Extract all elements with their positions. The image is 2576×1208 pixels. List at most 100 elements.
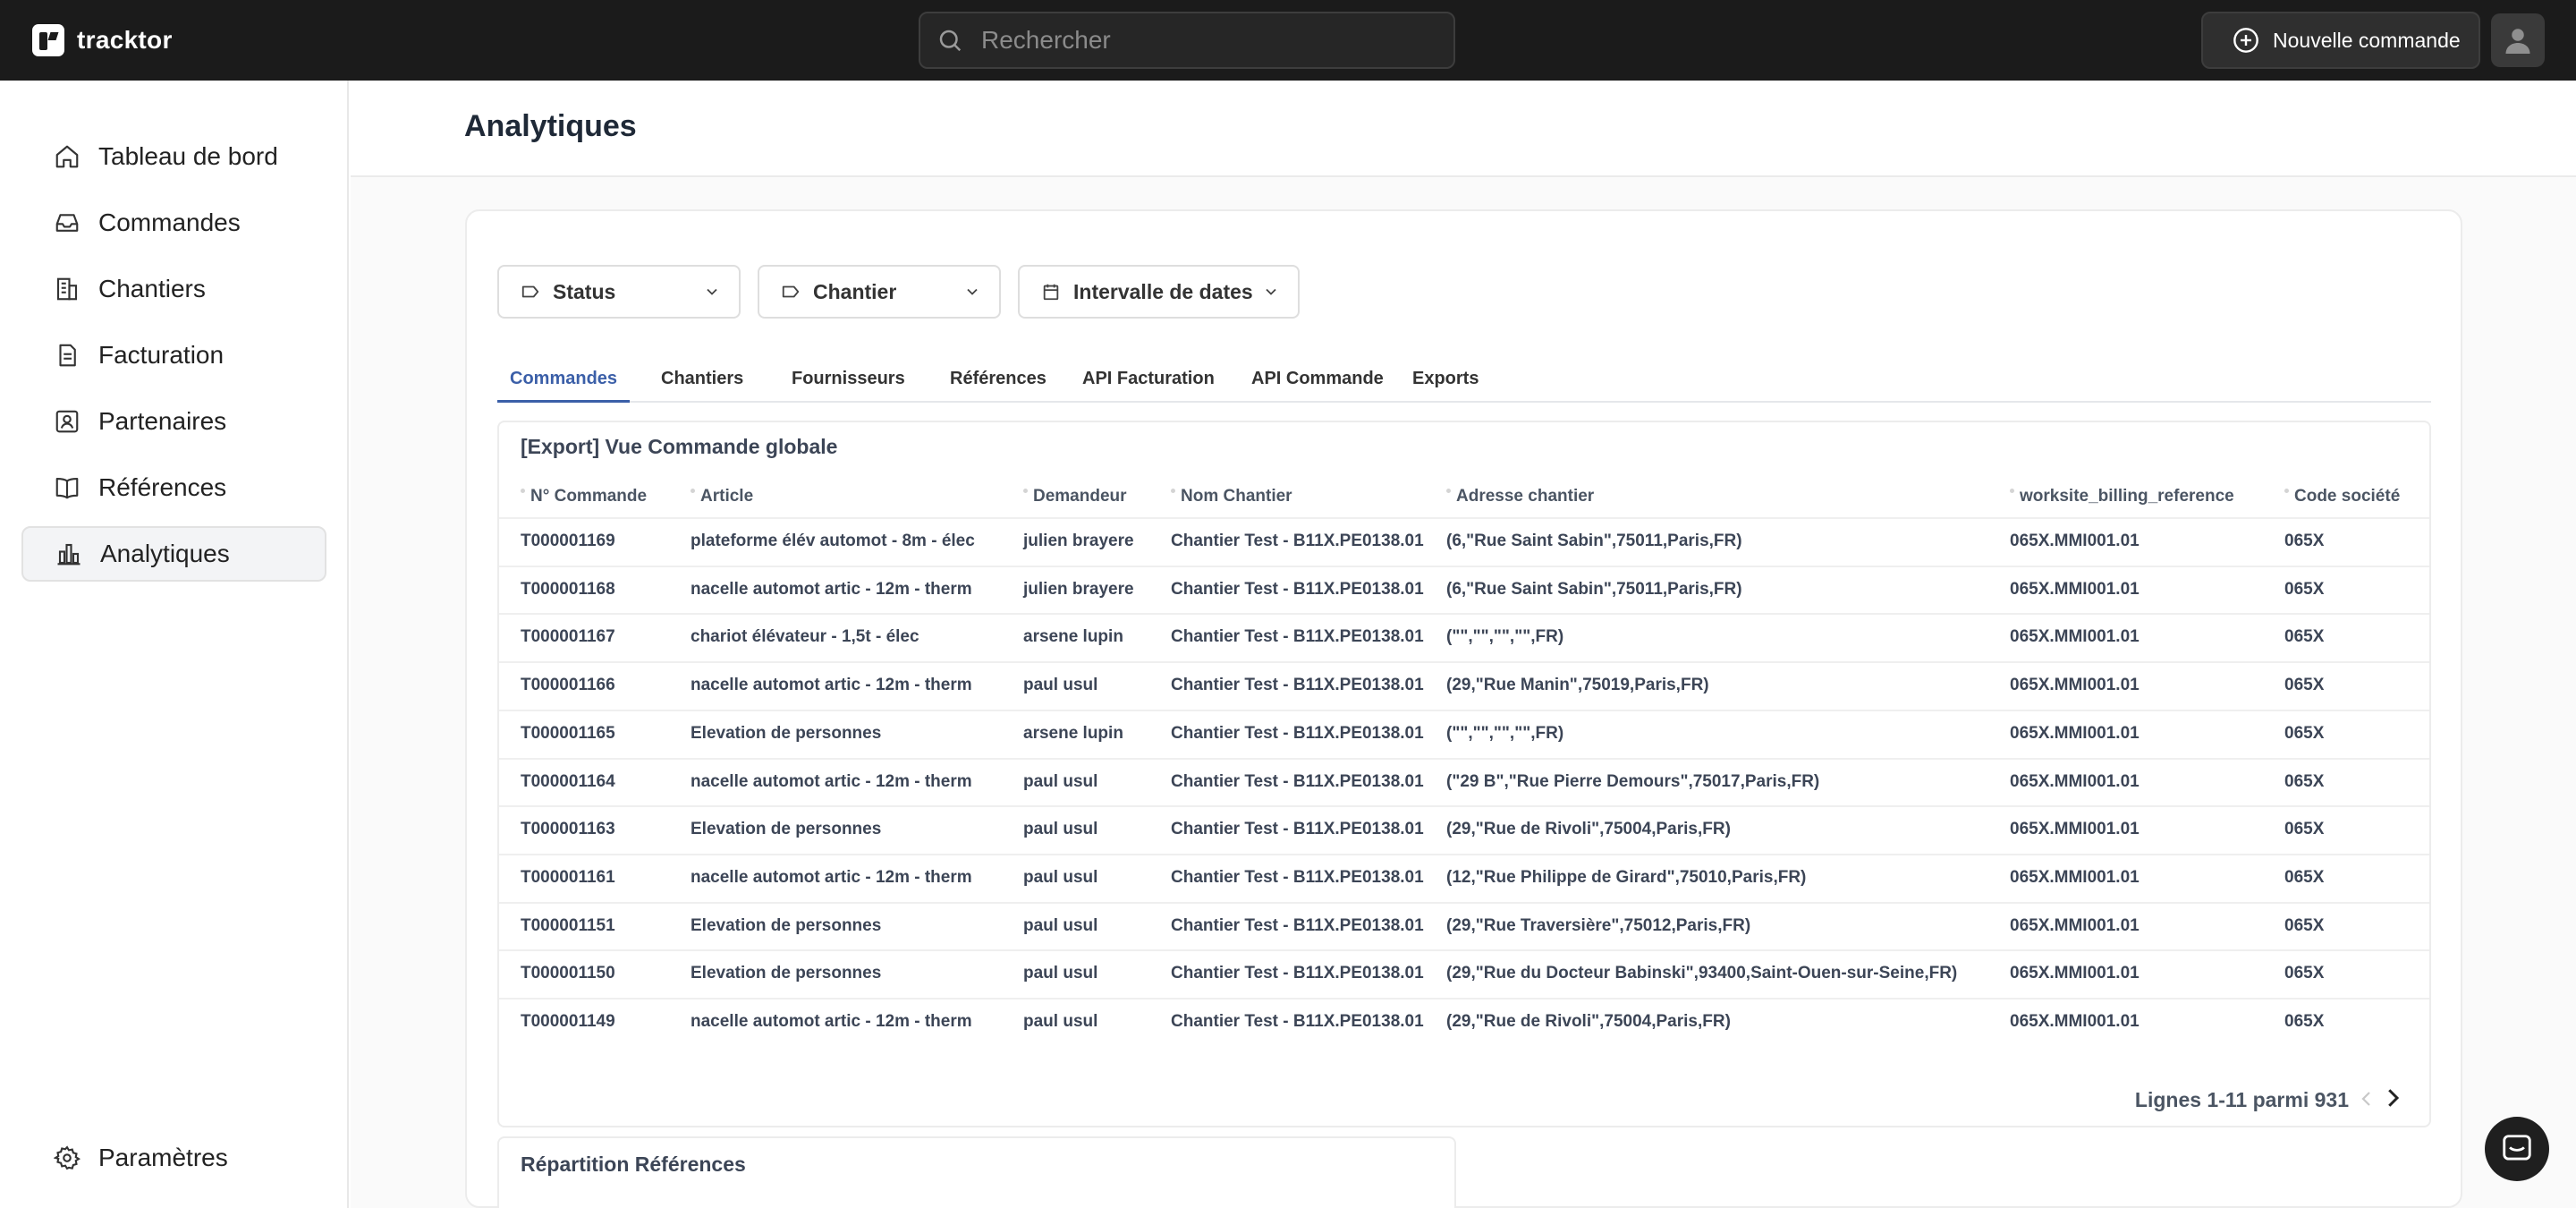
table-cell: (6,"Rue Saint Sabin",75011,Paris,FR): [1446, 579, 1742, 599]
tab-commandes[interactable]: Commandes: [497, 363, 631, 403]
table-cell: ("29 B","Rue Pierre Demours",75017,Paris…: [1446, 771, 1820, 791]
table-cell: paul usul: [1023, 867, 1098, 887]
sidebar-item-orders[interactable]: Commandes: [21, 195, 326, 251]
tab-api-facturation[interactable]: API Facturation: [1070, 363, 1227, 403]
table-cell: Elevation de personnes: [691, 915, 882, 935]
table-cell: paul usul: [1023, 676, 1098, 695]
table-cell: (29,"Rue de Rivoli",75004,Paris,FR): [1446, 1012, 1731, 1031]
tab-fournisseurs[interactable]: Fournisseurs: [779, 363, 918, 403]
search-box[interactable]: [919, 12, 1455, 69]
gear-icon: [54, 1145, 80, 1170]
date-range-filter[interactable]: Intervalle de dates: [1018, 265, 1300, 319]
table-cell: nacelle automot artic - 12m - therm: [691, 579, 972, 599]
table-cell: T000001150: [521, 964, 615, 983]
table-cell: nacelle automot artic - 12m - therm: [691, 676, 972, 695]
table-cell: (29,"Rue Traversière",75012,Paris,FR): [1446, 915, 1751, 935]
column-header[interactable]: N° Commande: [521, 487, 647, 506]
status-filter[interactable]: Status: [497, 265, 741, 319]
table-row[interactable]: T000001166 nacelle automot artic - 12m - …: [499, 661, 2429, 709]
chevron-left-icon[interactable]: [2356, 1086, 2377, 1111]
table-cell: Chantier Test - B11X.PE0138.01: [1171, 1012, 1424, 1031]
user-icon: [2505, 29, 2530, 54]
table-cell: 065X: [2284, 820, 2325, 839]
table-cell: 065X.MMI001.01: [2010, 627, 2140, 647]
book-icon: [55, 477, 79, 499]
chantier-filter-label: Chantier: [813, 279, 897, 303]
table-cell: Chantier Test - B11X.PE0138.01: [1171, 532, 1424, 550]
top-bar: tracktor Nouvelle commande: [0, 0, 2576, 81]
table-title: [Export] Vue Commande globale: [521, 435, 838, 458]
chantier-filter[interactable]: Chantier: [758, 265, 1001, 319]
table-row[interactable]: T000001164 nacelle automot artic - 12m - …: [499, 757, 2429, 805]
table-cell: Chantier Test - B11X.PE0138.01: [1171, 676, 1424, 695]
column-header[interactable]: Nom Chantier: [1171, 487, 1292, 506]
tracktor-logo-icon: [32, 24, 64, 56]
sidebar-item-references[interactable]: Références: [21, 460, 326, 515]
table-cell: Chantier Test - B11X.PE0138.01: [1171, 723, 1424, 743]
inbox-icon: [55, 214, 79, 232]
page-header: Analytiques: [351, 81, 2576, 177]
analytics-tabs: Commandes Chantiers Fournisseurs Référen…: [497, 363, 2431, 403]
contact-card-icon: [55, 410, 79, 433]
column-header[interactable]: Code société: [2284, 487, 2400, 506]
settings-label: Paramètres: [98, 1144, 228, 1171]
table-row[interactable]: T000001161 nacelle automot artic - 12m - …: [499, 853, 2429, 901]
table-cell: Chantier Test - B11X.PE0138.01: [1171, 867, 1424, 887]
tab-chantiers[interactable]: Chantiers: [648, 363, 756, 403]
table-cell: Chantier Test - B11X.PE0138.01: [1171, 964, 1424, 983]
sidebar-item-settings[interactable]: Paramètres: [21, 1130, 326, 1186]
app-logo[interactable]: tracktor: [32, 22, 173, 58]
table-cell: 065X: [2284, 915, 2325, 935]
table-row[interactable]: T000001151 Elevation de personnes paul usu…: [499, 901, 2429, 949]
support-chat-button[interactable]: [2485, 1117, 2549, 1181]
table-cell: (29,"Rue du Docteur Babinski",93400,Sain…: [1446, 964, 1958, 983]
user-avatar-button[interactable]: [2491, 13, 2545, 67]
table-cell: Chantier Test - B11X.PE0138.01: [1171, 627, 1424, 647]
sidebar: Tableau de bord Commandes Chantiers Fact…: [0, 81, 349, 1208]
table-cell: paul usul: [1023, 820, 1098, 839]
page-title: Analytiques: [464, 109, 637, 143]
tab-api-commande[interactable]: API Commande: [1239, 363, 1396, 403]
tab-exports[interactable]: Exports: [1400, 363, 1491, 403]
table-cell: (29,"Rue de Rivoli",75004,Paris,FR): [1446, 820, 1731, 839]
table-row[interactable]: T000001168 nacelle automot artic - 12m - …: [499, 565, 2429, 613]
table-row[interactable]: T000001163 Elevation de personnes paul usu…: [499, 805, 2429, 853]
table-cell: 065X: [2284, 723, 2325, 743]
table-cell: 065X.MMI001.01: [2010, 915, 2140, 935]
column-header[interactable]: Demandeur: [1023, 487, 1127, 506]
table-cell: ("","","","",FR): [1446, 723, 1564, 743]
table-row[interactable]: T000001150 Elevation de personnes paul usu…: [499, 949, 2429, 997]
table-row[interactable]: T000001169 plateforme élév automot - 8m -…: [499, 517, 2429, 565]
orders-table-card: [Export] Vue Commande globale N° Command…: [497, 421, 2431, 1127]
table-row[interactable]: T000001149 nacelle automot artic - 12m - …: [499, 998, 2429, 1045]
table-cell: T000001149: [521, 1012, 615, 1031]
table-cell: (29,"Rue Manin",75019,Paris,FR): [1446, 676, 1709, 695]
new-order-button[interactable]: Nouvelle commande: [2201, 12, 2480, 69]
sidebar-item-worksites[interactable]: Chantiers: [21, 261, 326, 317]
table-cell: 065X.MMI001.01: [2010, 820, 2140, 839]
table-cell: T000001168: [521, 579, 615, 599]
table-row[interactable]: T000001167 chariot élévateur - 1,5t - éle…: [499, 613, 2429, 660]
table-cell: Chantier Test - B11X.PE0138.01: [1171, 579, 1424, 599]
search-icon: [939, 30, 962, 52]
tab-references[interactable]: Références: [937, 363, 1059, 403]
table-cell: Chantier Test - B11X.PE0138.01: [1171, 915, 1424, 935]
search-input[interactable]: [981, 26, 1428, 55]
chevron-right-icon[interactable]: [2379, 1085, 2406, 1111]
app-name: tracktor: [77, 26, 173, 54]
column-header[interactable]: Adresse chantier: [1446, 487, 1594, 506]
table-cell: nacelle automot artic - 12m - therm: [691, 1012, 972, 1031]
table-cell: T000001151: [521, 915, 615, 935]
sidebar-item-dashboard[interactable]: Tableau de bord: [21, 129, 326, 184]
sidebar-item-partners[interactable]: Partenaires: [21, 394, 326, 449]
tag-icon: [521, 285, 539, 298]
table-cell: T000001169: [521, 532, 615, 550]
table-cell: 065X.MMI001.01: [2010, 579, 2140, 599]
table-row[interactable]: T000001165 Elevation de personnes arsene l…: [499, 709, 2429, 757]
sidebar-item-label: Tableau de bord: [98, 142, 278, 170]
sidebar-item-billing[interactable]: Facturation: [21, 328, 326, 383]
sidebar-item-analytics[interactable]: Analytiques: [21, 526, 326, 582]
column-header[interactable]: Article: [691, 487, 753, 506]
status-filter-label: Status: [553, 279, 616, 303]
column-header[interactable]: worksite_billing_reference: [2010, 487, 2234, 506]
